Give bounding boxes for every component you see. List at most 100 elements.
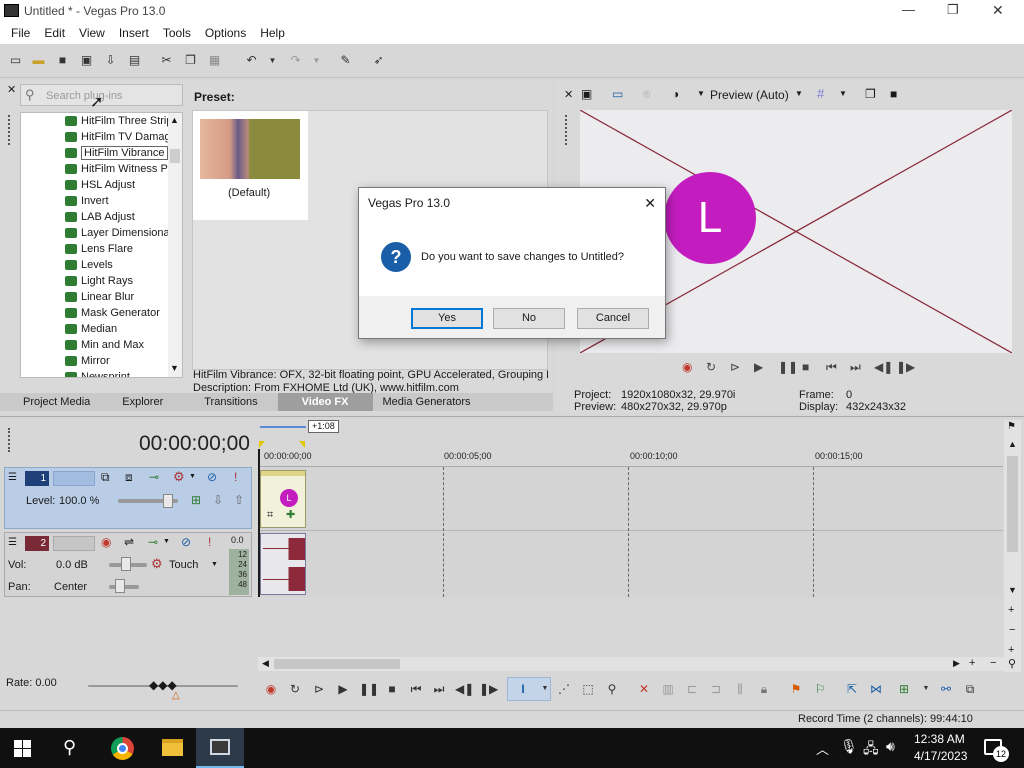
plugin-list-item[interactable]: HitFilm Three Strip: [21, 113, 182, 129]
plugin-list-item[interactable]: Min and Max: [21, 337, 182, 353]
insert-region-icon[interactable]: ⚐: [812, 681, 828, 697]
lock-envelopes-icon[interactable]: ⚯: [938, 681, 954, 697]
loop-start-flag[interactable]: [259, 441, 265, 448]
menu-edit[interactable]: Edit: [37, 26, 72, 40]
auto-crossfade-icon[interactable]: ⋈: [868, 681, 884, 697]
track-collapse-icon[interactable]: ☰: [8, 472, 17, 483]
tab-explorer[interactable]: Explorer: [112, 393, 194, 411]
envelope-tool-icon[interactable]: ⋰: [556, 681, 572, 697]
plugin-list-item[interactable]: HitFilm Witness Pr: [21, 161, 182, 177]
list-hscrollbar[interactable]: ◀ ▶: [21, 377, 183, 378]
audio-track-header[interactable]: ☰ 2 ◉ ⇌ ⊸ ▼ ⊘ ! 0.0 12 24 36 48 Vol: 0.0…: [4, 532, 252, 597]
audio-fx-dropdown-icon[interactable]: ▼: [163, 538, 170, 545]
video-track-header[interactable]: ☰ 1 ⧉ ⧈ ⊸ ⚙ ▼ ⊘ ! Level: 100.0 % ⊞ ⇩ ⇧: [4, 467, 252, 529]
preview-quality[interactable]: Preview (Auto): [710, 88, 789, 102]
timeline-menu-icon[interactable]: ⚑: [1007, 421, 1016, 432]
preview-properties-icon[interactable]: ▣: [581, 87, 592, 101]
open-folder-icon[interactable]: ▬: [30, 52, 47, 69]
save-snapshot-icon[interactable]: ■: [890, 87, 897, 101]
plugin-list-item[interactable]: Linear Blur: [21, 289, 182, 305]
network-icon[interactable]: 🖧︎: [863, 738, 879, 762]
track-motion-dropdown-icon[interactable]: ▼: [189, 473, 196, 480]
vol-slider-knob[interactable]: [121, 557, 131, 571]
file-explorer-icon[interactable]: [162, 739, 183, 756]
plugin-list-item[interactable]: LAB Adjust: [21, 209, 182, 225]
start-button[interactable]: [14, 740, 31, 757]
bottom-go-end-icon[interactable]: ⏭: [431, 681, 447, 697]
fx-bypass-icon[interactable]: ⌾: [643, 87, 650, 102]
level-slider-knob[interactable]: [163, 494, 173, 508]
menu-options[interactable]: Options: [198, 26, 253, 40]
automation-dropdown-icon[interactable]: ▼: [211, 561, 218, 568]
invert-phase-icon[interactable]: ⇌: [124, 535, 134, 549]
composite-mode-icon[interactable]: ⧉: [101, 470, 110, 485]
redo-icon[interactable]: ↷: [287, 52, 304, 69]
vegas-task-button[interactable]: [196, 728, 244, 768]
zoom-out-vertical-icon[interactable]: −: [1009, 624, 1015, 636]
vertical-scrollbar[interactable]: ⚑ ▲ ▼ + − +: [1004, 420, 1021, 672]
pause-icon[interactable]: ❚❚: [778, 360, 798, 374]
lock-icon[interactable]: 🔒︎: [756, 681, 772, 697]
redo-dropdown-icon[interactable]: ▼: [308, 52, 325, 69]
overlays-dropdown-icon[interactable]: ▼: [839, 89, 847, 98]
bottom-play-start-icon[interactable]: ⊳: [311, 681, 327, 697]
menu-view[interactable]: View: [72, 26, 112, 40]
plugin-list-item[interactable]: HitFilm Vibrance: [21, 145, 182, 161]
bottom-play-icon[interactable]: ▶: [335, 681, 351, 697]
insert-marker-icon[interactable]: ⚑: [788, 681, 804, 697]
pan-slider-knob[interactable]: [115, 579, 125, 593]
bottom-next-frame-icon[interactable]: ❚▶: [479, 681, 498, 697]
auto-ripple-icon[interactable]: ⊞: [896, 681, 912, 697]
horizontal-scrollbar[interactable]: ◀ ▶ + − ⚲: [258, 657, 1021, 671]
zoom-in-vertical-icon[interactable]: +: [1008, 604, 1014, 616]
trim-end-icon[interactable]: ⊐: [708, 681, 724, 697]
arm-record-icon[interactable]: ◉: [101, 535, 111, 549]
plugin-list-item[interactable]: Lens Flare: [21, 241, 182, 257]
cut-icon[interactable]: ✂: [158, 52, 175, 69]
preset-default-thumb[interactable]: (Default): [193, 111, 308, 220]
tab-transitions[interactable]: Transitions: [194, 393, 277, 411]
audio-fx-icon[interactable]: ⊸: [148, 535, 158, 549]
tab-media-generators[interactable]: Media Generators: [373, 393, 481, 411]
next-frame-icon[interactable]: ❚▶: [896, 360, 915, 374]
track-down-icon[interactable]: ⇩: [213, 493, 223, 507]
event-fx-icon[interactable]: ✚: [286, 508, 295, 521]
microphone-icon[interactable]: 🎙︎: [840, 738, 858, 755]
edit-tool-dropdown-icon[interactable]: ▼: [537, 681, 553, 697]
taskbar-time[interactable]: 12:38 AM: [914, 732, 965, 746]
plugin-list-item[interactable]: HitFilm TV Damage: [21, 129, 182, 145]
trim-start-icon[interactable]: ⊏: [684, 681, 700, 697]
track-up-icon[interactable]: ⇧: [234, 493, 244, 507]
automation-mode[interactable]: Touch: [169, 559, 198, 571]
loop-region-bar[interactable]: [260, 426, 306, 428]
audio-collapse-icon[interactable]: ☰: [8, 537, 17, 548]
preview-close-icon[interactable]: ✕: [564, 88, 573, 101]
dialog-close-icon[interactable]: ✕: [644, 188, 656, 218]
plugin-list-item[interactable]: Layer Dimensional: [21, 225, 182, 241]
panel-grip[interactable]: [8, 115, 11, 145]
ignore-grouping-icon[interactable]: ⧉: [962, 681, 978, 697]
delete-icon[interactable]: ✕: [636, 681, 652, 697]
zoom-out-icon[interactable]: −: [990, 657, 996, 669]
bottom-stop-icon[interactable]: ■: [384, 681, 400, 697]
paste-icon[interactable]: ▦: [206, 52, 223, 69]
bottom-prev-frame-icon[interactable]: ◀❚: [455, 681, 474, 697]
restore-button[interactable]: ❐: [947, 2, 959, 18]
mute-icon[interactable]: ⊘: [207, 470, 217, 484]
hscroll-right-icon[interactable]: ▶: [953, 658, 960, 669]
trim-icon[interactable]: ▥: [660, 681, 676, 697]
no-button[interactable]: No: [493, 308, 565, 329]
audio-solo-icon[interactable]: !: [208, 535, 211, 549]
audio-track-name[interactable]: [53, 536, 95, 551]
save-icon[interactable]: ■: [54, 52, 71, 69]
snapping-icon[interactable]: ⇱: [844, 681, 860, 697]
properties-icon[interactable]: ▤: [126, 52, 143, 69]
go-end-icon[interactable]: ⏭: [850, 360, 861, 375]
menu-file[interactable]: File: [4, 26, 37, 40]
quality-dropdown-icon[interactable]: ▼: [697, 89, 705, 98]
render-icon[interactable]: ⇩: [102, 52, 119, 69]
timeline-grip[interactable]: [8, 428, 11, 452]
menu-insert[interactable]: Insert: [112, 26, 156, 40]
vzoom-plus-icon[interactable]: +: [1008, 644, 1014, 656]
panel-close-icon[interactable]: ✕: [7, 83, 16, 96]
